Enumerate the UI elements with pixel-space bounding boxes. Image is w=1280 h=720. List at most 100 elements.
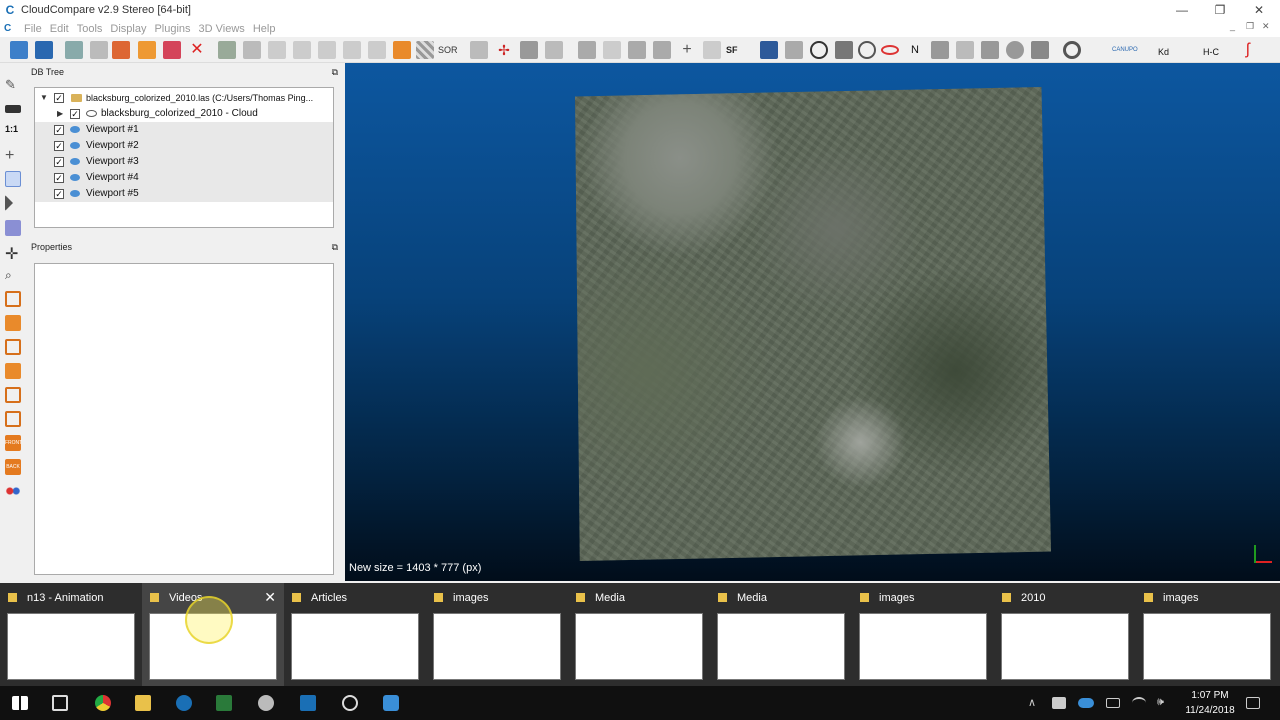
canupo-icon[interactable]: CANUPO xyxy=(1112,41,1138,59)
tree-item-viewport[interactable]: ✓ Viewport #2 xyxy=(35,138,333,154)
top-view-icon[interactable] xyxy=(5,291,21,307)
chrome-icon[interactable] xyxy=(95,695,111,711)
compass-icon[interactable] xyxy=(810,41,828,59)
zoom-plus-icon[interactable]: + xyxy=(5,147,21,164)
normal-icon[interactable]: N xyxy=(906,41,924,59)
thumbnail-window[interactable]: Articles xyxy=(284,583,426,686)
pan-icon[interactable]: ✛ xyxy=(5,244,21,263)
add-sf-icon[interactable]: + xyxy=(678,41,696,59)
tree-checkbox[interactable]: ✓ xyxy=(54,157,64,167)
obs-icon[interactable] xyxy=(342,695,358,711)
delete-sf-icon[interactable] xyxy=(703,41,721,59)
shield-icon[interactable] xyxy=(835,41,853,59)
translate-icon[interactable]: ✢ xyxy=(495,41,513,59)
back-view-icon[interactable] xyxy=(5,363,21,379)
onedrive-icon[interactable] xyxy=(1078,698,1094,708)
poisson-icon[interactable] xyxy=(981,41,999,59)
wifi-icon[interactable] xyxy=(1132,697,1146,709)
thumbnail-window[interactable]: images xyxy=(852,583,994,686)
collapse-arrow-icon[interactable]: ▼ xyxy=(40,90,48,106)
eye-dome-icon[interactable] xyxy=(858,41,876,59)
sf-arith-icon[interactable] xyxy=(653,41,671,59)
facets-icon[interactable] xyxy=(1063,41,1081,59)
menu-3d-views[interactable]: 3D Views xyxy=(199,23,245,35)
sor-filter-icon[interactable]: SOR xyxy=(438,41,460,59)
thumbnail-window[interactable]: Media xyxy=(710,583,852,686)
properties-float-icon[interactable]: ⧉ xyxy=(332,239,338,255)
thumbnail-preview[interactable] xyxy=(433,613,561,680)
right-view-icon[interactable] xyxy=(5,387,21,403)
menu-display[interactable]: Display xyxy=(110,23,146,35)
thumbnail-preview[interactable] xyxy=(717,613,845,680)
octree-icon[interactable] xyxy=(368,41,386,59)
scissors-icon[interactable] xyxy=(470,41,488,59)
tree-item-las-file[interactable]: ▼ ✓ blacksburg_colorized_2010.las (C:/Us… xyxy=(35,90,333,106)
tree-item-viewport[interactable]: ✓ Viewport #5 xyxy=(35,186,333,202)
tree-checkbox[interactable]: ✓ xyxy=(54,125,64,135)
hc-icon[interactable]: H-C xyxy=(1203,41,1223,59)
battery-icon[interactable] xyxy=(1106,698,1120,708)
close-button[interactable]: ✕ xyxy=(1240,0,1278,20)
tree-item-viewport[interactable]: ✓ Viewport #1 xyxy=(35,122,333,138)
thumbnail-preview[interactable] xyxy=(291,613,419,680)
file-explorer-icon[interactable] xyxy=(135,695,151,711)
save-icon[interactable] xyxy=(35,41,53,59)
cloudcompare-icon[interactable] xyxy=(300,695,316,711)
pivot-icon[interactable] xyxy=(545,41,563,59)
mdi-maximize-button[interactable]: ❐ xyxy=(1246,21,1254,32)
close-icon[interactable]: ✕ xyxy=(264,589,276,606)
kd-icon[interactable]: Kd xyxy=(1158,41,1176,59)
app-menu-icon[interactable]: C xyxy=(4,23,16,35)
menu-edit[interactable]: Edit xyxy=(50,23,69,35)
gimp-icon[interactable] xyxy=(258,695,274,711)
curve-icon[interactable]: ʃ xyxy=(1246,41,1264,59)
thumbnail-preview[interactable] xyxy=(1001,613,1129,680)
perspective-icon[interactable] xyxy=(5,220,21,236)
clock-date[interactable]: 11/24/2018 xyxy=(1180,705,1240,716)
rotate-icon[interactable] xyxy=(5,195,13,211)
maximize-button[interactable]: ❐ xyxy=(1201,0,1239,20)
list-icon[interactable] xyxy=(90,41,108,59)
grid-icon[interactable] xyxy=(416,41,434,59)
bottom-view-icon[interactable] xyxy=(5,411,21,427)
sf-gradient-icon[interactable] xyxy=(603,41,621,59)
pencil-icon[interactable]: ✎ xyxy=(5,77,21,93)
thumbnail-preview[interactable] xyxy=(859,613,987,680)
tree-checkbox[interactable]: ✓ xyxy=(54,173,64,183)
sf-filter-icon[interactable] xyxy=(628,41,646,59)
thumbnail-window[interactable]: 2010 xyxy=(994,583,1136,686)
thumbnail-window[interactable]: n13 - Animation xyxy=(0,583,142,686)
ribbon-icon[interactable] xyxy=(931,41,949,59)
start-icon[interactable] xyxy=(12,696,28,710)
left-view-icon[interactable] xyxy=(5,339,21,355)
point-cloud-render[interactable] xyxy=(575,87,1051,561)
tree-checkbox[interactable]: ✓ xyxy=(54,141,64,151)
ransac-icon[interactable] xyxy=(1031,41,1049,59)
tree-checkbox[interactable]: ✓ xyxy=(54,189,64,199)
back-iso-icon[interactable]: BACK xyxy=(5,459,21,475)
histogram-icon[interactable] xyxy=(578,41,596,59)
outlook-icon[interactable] xyxy=(176,695,192,711)
sphere-icon[interactable] xyxy=(1006,41,1024,59)
scale-1-1-icon[interactable]: 1:1 xyxy=(5,124,21,140)
fill-icon[interactable] xyxy=(393,41,411,59)
expand-arrow-icon[interactable]: ▶ xyxy=(57,106,63,122)
notifications-icon[interactable] xyxy=(1246,697,1260,709)
color-icon[interactable] xyxy=(138,41,156,59)
normals-icon[interactable] xyxy=(343,41,361,59)
thumbnail-window[interactable]: Media xyxy=(568,583,710,686)
capture-icon[interactable] xyxy=(383,695,399,711)
db-tree-float-icon[interactable]: ⧉ xyxy=(332,64,338,80)
ellipse-icon[interactable] xyxy=(881,45,899,55)
open-icon[interactable] xyxy=(10,41,28,59)
sf-icon[interactable]: SF xyxy=(726,41,744,59)
zoom-icon[interactable]: ⌕ xyxy=(5,268,21,284)
clock-time[interactable]: 1:07 PM xyxy=(1180,690,1240,701)
camera-icon[interactable] xyxy=(5,105,21,113)
task-view-icon[interactable] xyxy=(52,695,68,711)
subsample-icon[interactable] xyxy=(268,41,286,59)
menu-plugins[interactable]: Plugins xyxy=(154,23,190,35)
m3c2-icon[interactable] xyxy=(956,41,974,59)
noise-icon[interactable] xyxy=(318,41,336,59)
plane-icon[interactable] xyxy=(520,41,538,59)
